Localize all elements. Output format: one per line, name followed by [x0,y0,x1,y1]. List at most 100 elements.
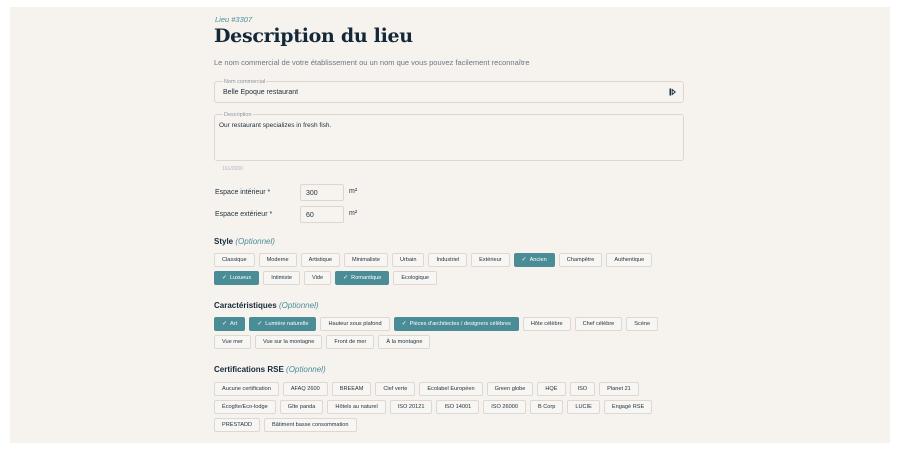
chip-label: À la montagne [386,339,423,345]
rse-chip[interactable]: Bâtiment basse consommation [264,418,357,432]
page-title: Description du lieu [214,25,413,47]
chip-label: Planet 21 [607,386,631,392]
chip-label: Pièces d'architectes / designers célèbre… [409,321,511,327]
chip-label: ISO 20121 [397,404,425,410]
rse-chip[interactable]: Green globe [486,382,534,396]
rse-chip[interactable]: Ecolabel Européen [419,382,483,396]
chip-label: Hôte célèbre [530,321,563,327]
rse-chip[interactable]: ISO 26000 [483,400,526,414]
name-field-label: Nom commercial [223,79,267,85]
characteristics-chip[interactable]: Hôte célèbre [522,317,571,331]
style-chip[interactable]: Intimiste [263,271,301,285]
style-chip[interactable]: ✓ Ancien [513,253,555,267]
chip-label: ISO [577,386,588,392]
characteristics-optional: (Optionnel) [278,301,319,310]
chip-label: ISO 26000 [491,404,518,410]
style-chip[interactable]: Ecologique [393,271,438,285]
characteristics-section-title: Caractéristiques (Optionnel) [214,301,319,310]
style-chip[interactable]: ✓ Romantique [335,271,390,285]
check-icon: ✓ [521,257,527,263]
characteristics-chip[interactable]: Vue mer [214,335,251,349]
style-title: Style [214,237,234,246]
characteristics-chip[interactable]: ✓ Art [214,317,246,331]
rse-chip[interactable]: ISO 20121 [389,400,433,414]
style-chip[interactable]: Minimaliste [343,253,388,267]
characteristics-chips: ✓ Art ✓ Lumière naturelle Hauteur sous plafo… [214,317,690,349]
chip-label: Front de mer [334,339,367,345]
rse-chip[interactable]: ISO 14001 [436,400,480,414]
characteristics-chip[interactable]: Front de mer [326,335,375,349]
chip-label: Classique [222,257,247,263]
style-optional: (Optionnel) [235,237,275,246]
description-field-value[interactable]: Our restaurant specializes in fresh fish… [219,122,331,129]
rse-chip[interactable]: LUCIE [567,400,600,414]
chip-label: BREEAM [339,386,364,392]
name-field[interactable]: Nom commercial Belle Epoque restaurant [214,79,684,103]
chip-label: Engagé RSE [611,404,645,410]
style-chip[interactable]: Moderne [258,253,297,267]
characteristics-chip[interactable]: Vue sur la montagne [254,335,323,349]
description-field-label: Description [223,112,253,118]
rse-chips: Aucune certification AFAQ 2600 BREEAM Clef … [214,382,690,432]
rse-chip[interactable]: Aucune certification [214,382,279,396]
chip-label: Art [230,321,238,327]
text-cursor-icon [669,88,677,99]
rse-chip[interactable]: Planet 21 [599,382,639,396]
chip-label: Hauteur sous plafond [328,321,382,327]
chip-label: Artistique [308,257,332,263]
rse-optional: (Optionnel) [286,365,326,374]
chip-label: ISO 14001 [444,404,472,410]
style-chip[interactable]: Urbain [391,253,425,267]
style-chip[interactable]: Vide [304,271,332,285]
exterior-space-row: Espace extérieur * 60 m² [214,206,414,224]
chip-label: Champêtre [566,257,595,263]
rse-chip[interactable]: Hôtels au naturel [327,400,386,414]
lieu-id: Lieu #3307 [215,15,253,24]
exterior-space-label: Espace extérieur * [215,211,273,218]
characteristics-chip[interactable]: À la montagne [378,335,431,349]
style-chip[interactable]: Classique [214,253,255,267]
characteristics-chip[interactable]: ✓ Pièces d'architectes / designers célèbr… [393,317,519,331]
exterior-space-input[interactable]: 60 [300,206,344,223]
page-subtitle: Le nom commercial de votre établissement… [214,58,530,67]
rse-chip[interactable]: HQE [537,382,566,396]
rse-chip[interactable]: ISO [569,382,596,396]
chip-label: Ecolabel Européen [427,386,475,392]
rse-chip[interactable]: B Corp [529,400,564,414]
interior-space-input[interactable]: 300 [300,184,344,201]
style-chip[interactable]: ✓ Luxueux [214,271,260,285]
chip-label: Gîte panda [287,404,316,410]
rse-chip[interactable]: AFAQ 2600 [282,382,328,396]
rse-chip[interactable]: Gîte panda [279,400,324,414]
description-field[interactable]: Description Our restaurant specializes i… [214,112,684,161]
exterior-space-unit: m² [349,210,358,217]
name-field-value[interactable]: Belle Epoque restaurant [223,89,298,96]
characteristics-chip[interactable]: Chef célèbre [574,317,623,331]
style-chip[interactable]: Artistique [300,253,340,267]
check-icon: ✓ [343,275,349,281]
style-chip[interactable]: Industriel [428,253,468,267]
chip-label: Bâtiment basse consommation [272,422,349,428]
rse-chip[interactable]: PRESTADD [214,418,261,432]
characteristics-chip[interactable]: Scène [626,317,659,331]
chip-label: Aucune certification [222,386,271,392]
chip-label: Romantique [351,275,382,281]
chip-label: Minimaliste [351,257,380,263]
chip-label: Vue sur la montagne [262,339,315,345]
chip-label: Hôtels au naturel [335,404,378,410]
characteristics-chip[interactable]: Hauteur sous plafond [320,317,390,331]
chip-label: PRESTADD [222,422,253,428]
characteristics-chip[interactable]: ✓ Lumière naturelle [249,317,317,331]
style-chip[interactable]: Champêtre [558,253,603,267]
rse-chip[interactable]: Écogîte/Eco-lodge [214,400,276,414]
chip-label: Lumière naturelle [265,321,309,327]
rse-chip[interactable]: Engagé RSE [603,400,653,414]
style-chips: Classique Moderne Artistique Minimaliste Urb… [214,253,690,285]
chip-label: Moderne [266,257,289,263]
rse-title: Certifications RSE [214,365,284,374]
rse-chip[interactable]: Clef verte [375,382,416,396]
rse-chip[interactable]: BREEAM [331,382,372,396]
style-chip[interactable]: Extérieur [471,253,510,267]
interior-space-row: Espace intérieur * 300 m² [214,184,414,202]
style-chip[interactable]: Authentique [606,253,653,267]
